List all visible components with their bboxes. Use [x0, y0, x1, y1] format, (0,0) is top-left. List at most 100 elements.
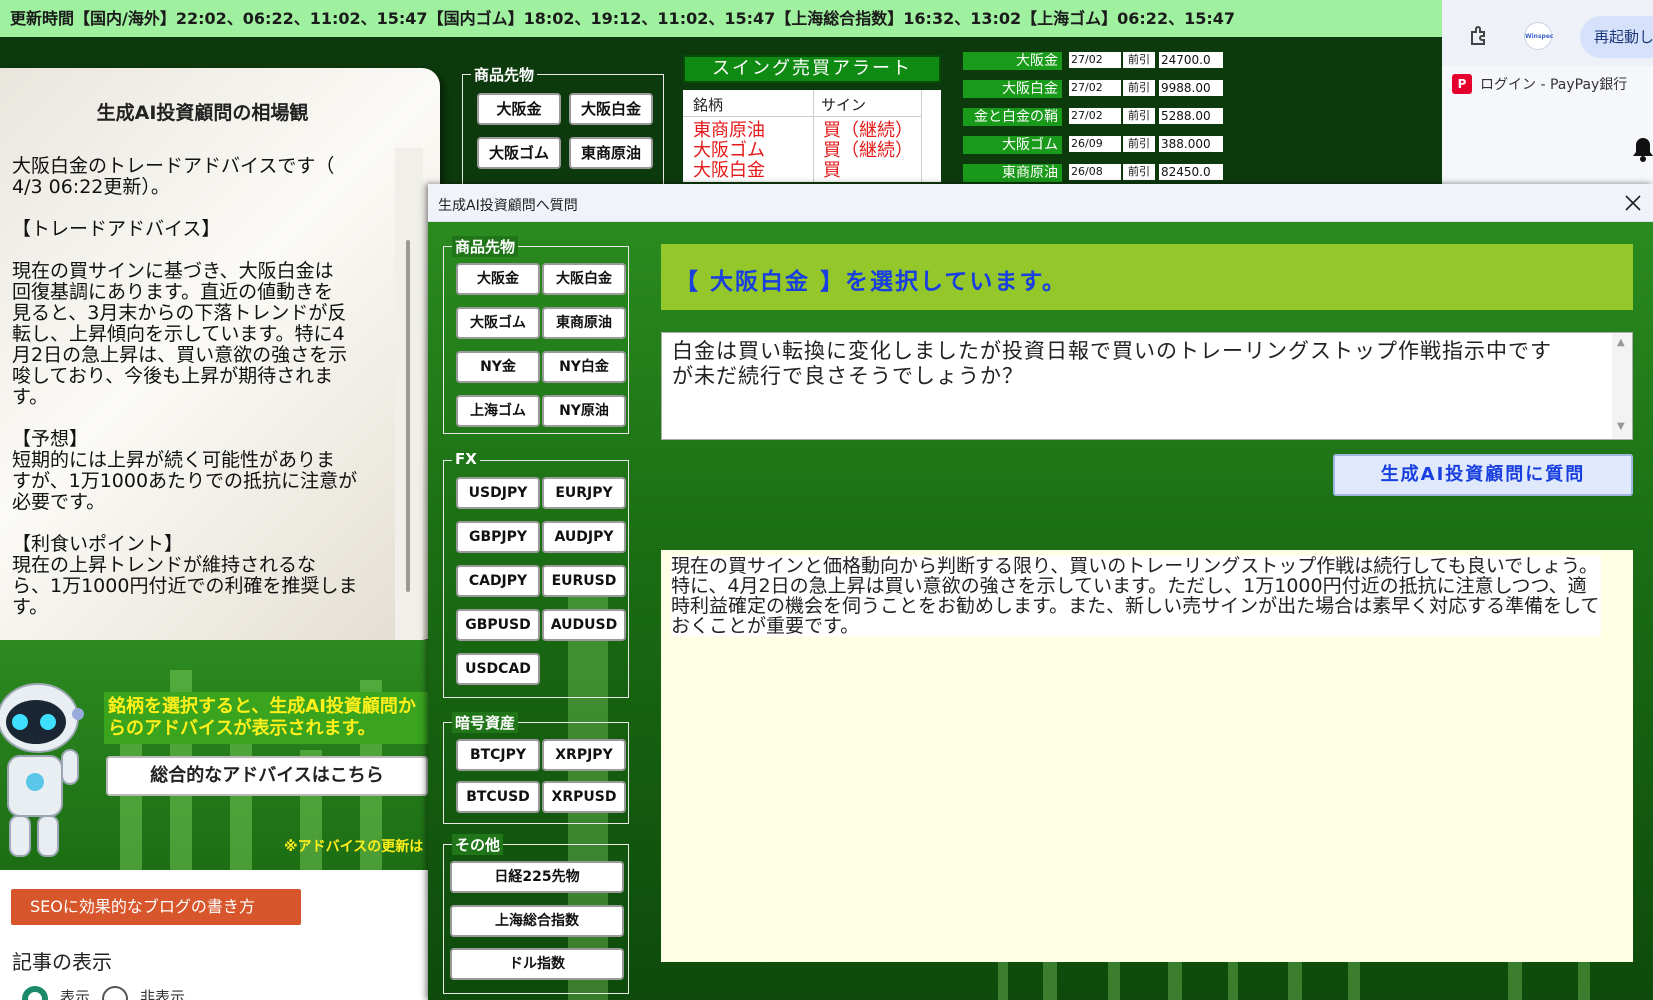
swing-row: 大阪ゴム 買（継続） [693, 141, 913, 160]
fx-button[interactable]: USDJPY [456, 477, 540, 509]
blog-area: SEOに効果的なブログの書き方 記事の表示 表示 非表示 [0, 870, 428, 1000]
close-icon[interactable] [1624, 194, 1642, 212]
bg-products-legend: 商品先物 [471, 64, 538, 85]
price-type: 前引 [1123, 80, 1155, 96]
product-button[interactable]: NY原油 [542, 395, 626, 427]
other-button[interactable]: 日経225先物 [450, 861, 624, 893]
browser-toolbar: Winspec 再起動して [1442, 0, 1653, 66]
fx-button[interactable]: EURUSD [542, 565, 626, 597]
other-button[interactable]: ドル指数 [450, 948, 624, 980]
question-input[interactable]: 白金は買い転換に変化しましたが投資日報で買いのトレーリングストップ作戦指示中です… [661, 332, 1633, 440]
crypto-button[interactable]: XRPUSD [542, 781, 626, 813]
other-button[interactable]: 上海総合指数 [450, 905, 624, 937]
price-value: 24700.0 [1159, 52, 1223, 68]
price-date: 27/02 [1069, 52, 1121, 68]
robot-mascot-icon [0, 683, 84, 857]
price-name: 大阪金 [963, 52, 1062, 70]
swing-row-name: 大阪ゴム [693, 140, 765, 161]
price-value: 5288.00 [1159, 108, 1223, 124]
advice-body: 大阪白金のトレードアドバイスです（ 4/3 06:22更新）。 【トレードアドバ… [12, 156, 358, 618]
crypto-legend: 暗号資産 [452, 712, 519, 733]
ask-ai-button[interactable]: 生成AI投資顧問に質問 [1333, 454, 1633, 496]
article-display-label: 記事の表示 [12, 950, 112, 974]
other-legend: その他 [452, 834, 504, 855]
bg-products-group: 商品先物 大阪金 大阪白金 大阪ゴム 東商原油 [462, 64, 664, 194]
product-button[interactable]: NY金 [456, 351, 540, 383]
fx-legend: FX [452, 450, 480, 468]
advice-scrollbar[interactable] [395, 148, 423, 678]
fx-button[interactable]: GBPJPY [456, 521, 540, 553]
price-value: 82450.0 [1159, 164, 1223, 180]
swing-row-sign: 買（継続） [823, 120, 913, 141]
radio-show[interactable] [22, 986, 48, 1000]
price-value: 388.000 [1159, 136, 1223, 152]
crypto-button[interactable]: BTCJPY [456, 739, 540, 771]
bg-product-button[interactable]: 大阪白金 [569, 93, 653, 125]
overall-advice-button[interactable]: 総合的なアドバイスはこちら [106, 756, 428, 796]
radio-hide[interactable] [102, 986, 129, 1000]
dialog-title: 生成AI投資顧問へ質問 [438, 198, 578, 214]
swing-row: 大阪白金 買 [693, 161, 841, 180]
price-type: 前引 [1123, 136, 1155, 152]
question-scrollbar[interactable]: ▲ ▼ [1612, 333, 1632, 439]
products-group: 商品先物 大阪金 大阪白金 大阪ゴム 東商原油 NY金 NY白金 上海ゴム NY… [443, 236, 629, 434]
product-button[interactable]: 大阪ゴム [456, 307, 540, 339]
products-legend: 商品先物 [452, 236, 519, 257]
price-name: 金と白金の鞘 [963, 108, 1062, 126]
article-display-radios: 表示 非表示 [22, 986, 185, 1000]
price-type: 前引 [1123, 164, 1155, 180]
swing-divider [683, 116, 921, 117]
restart-to-update-button[interactable]: 再起動して [1580, 16, 1653, 58]
fx-button[interactable]: CADJPY [456, 565, 540, 597]
product-button[interactable]: 大阪白金 [542, 263, 626, 295]
dialog-titlebar: 生成AI投資顧問へ質問 [428, 184, 1653, 222]
fx-button[interactable]: AUDJPY [542, 521, 626, 553]
product-button[interactable]: 上海ゴム [456, 395, 540, 427]
fx-button[interactable]: EURJPY [542, 477, 626, 509]
winspec-extension-icon[interactable]: Winspec [1524, 22, 1553, 50]
bg-product-button[interactable]: 東商原油 [569, 137, 653, 169]
price-name: 東商原油 [963, 164, 1062, 182]
price-row: 東商原油 26/08 前引 82450.0 [963, 164, 1223, 182]
price-type: 前引 [1123, 108, 1155, 124]
radio-show-label: 表示 [60, 988, 91, 1000]
advice-scroll-thumb[interactable] [406, 240, 410, 592]
ai-advice-panel: 生成AI投資顧問の相場観 大阪白金のトレードアドバイスです（ 4/3 06:22… [0, 68, 440, 678]
crypto-button[interactable]: XRPJPY [542, 739, 626, 771]
product-button[interactable]: 東商原油 [542, 307, 626, 339]
scroll-up-icon[interactable]: ▲ [1617, 337, 1625, 348]
other-group: その他 日経225先物 上海総合指数 ドル指数 [443, 834, 629, 994]
extensions-icon[interactable] [1468, 24, 1492, 48]
fx-button[interactable]: AUDUSD [542, 609, 626, 641]
bg-product-button[interactable]: 大阪金 [477, 93, 561, 125]
fx-button[interactable]: GBPUSD [456, 609, 540, 641]
swing-row: 東商原油 買（継続） [693, 121, 913, 140]
product-button[interactable]: 大阪金 [456, 263, 540, 295]
bg-chart-bar [120, 730, 142, 870]
seo-blog-button[interactable]: SEOに効果的なブログの書き方 [11, 889, 301, 925]
advice-title: 生成AI投資顧問の相場観 [96, 102, 309, 124]
bg-product-button[interactable]: 大阪ゴム [477, 137, 561, 169]
crypto-button[interactable]: BTCUSD [456, 781, 540, 813]
product-button[interactable]: NY白金 [542, 351, 626, 383]
price-date: 27/02 [1069, 80, 1121, 96]
bell-icon[interactable] [1632, 136, 1653, 162]
instruction-line-2: らのアドバイスが表示されます。 [108, 718, 376, 739]
selected-symbol-text: 【 大阪白金 】を選択しています。 [675, 269, 1068, 295]
swing-row-sign: 買（継続） [823, 140, 913, 161]
scroll-down-icon[interactable]: ▼ [1617, 421, 1625, 432]
bookmark-paypay[interactable]: P ログイン - PayPay銀行 [1452, 74, 1627, 94]
price-name: 大阪ゴム [963, 136, 1062, 154]
selected-symbol-banner: 【 大阪白金 】を選択しています。 [661, 244, 1633, 310]
ask-ai-dialog: 生成AI投資顧問へ質問 商品先物 大阪金 大阪白金 大阪ゴム 東商原油 NY金 … [428, 184, 1653, 1000]
answer-area: 現在の買サインと価格動向から判断する限り、買いのトレーリングストップ作戦は続行し… [661, 550, 1633, 962]
price-row: 大阪白金 27/02 前引 9988.00 [963, 80, 1223, 98]
price-row: 大阪金 27/02 前引 24700.0 [963, 52, 1223, 70]
swing-row-name: 東商原油 [693, 120, 765, 141]
price-name: 大阪白金 [963, 80, 1062, 98]
price-value: 9988.00 [1159, 80, 1223, 96]
fx-button[interactable]: USDCAD [456, 653, 540, 685]
browser-side-strip: Winspec 再起動して P ログイン - PayPay銀行 [1442, 0, 1653, 196]
price-date: 26/08 [1069, 164, 1121, 180]
update-time-ticker: 更新時間【国内/海外】22:02、06:22、11:02、15:47【国内ゴム】… [0, 0, 1442, 37]
